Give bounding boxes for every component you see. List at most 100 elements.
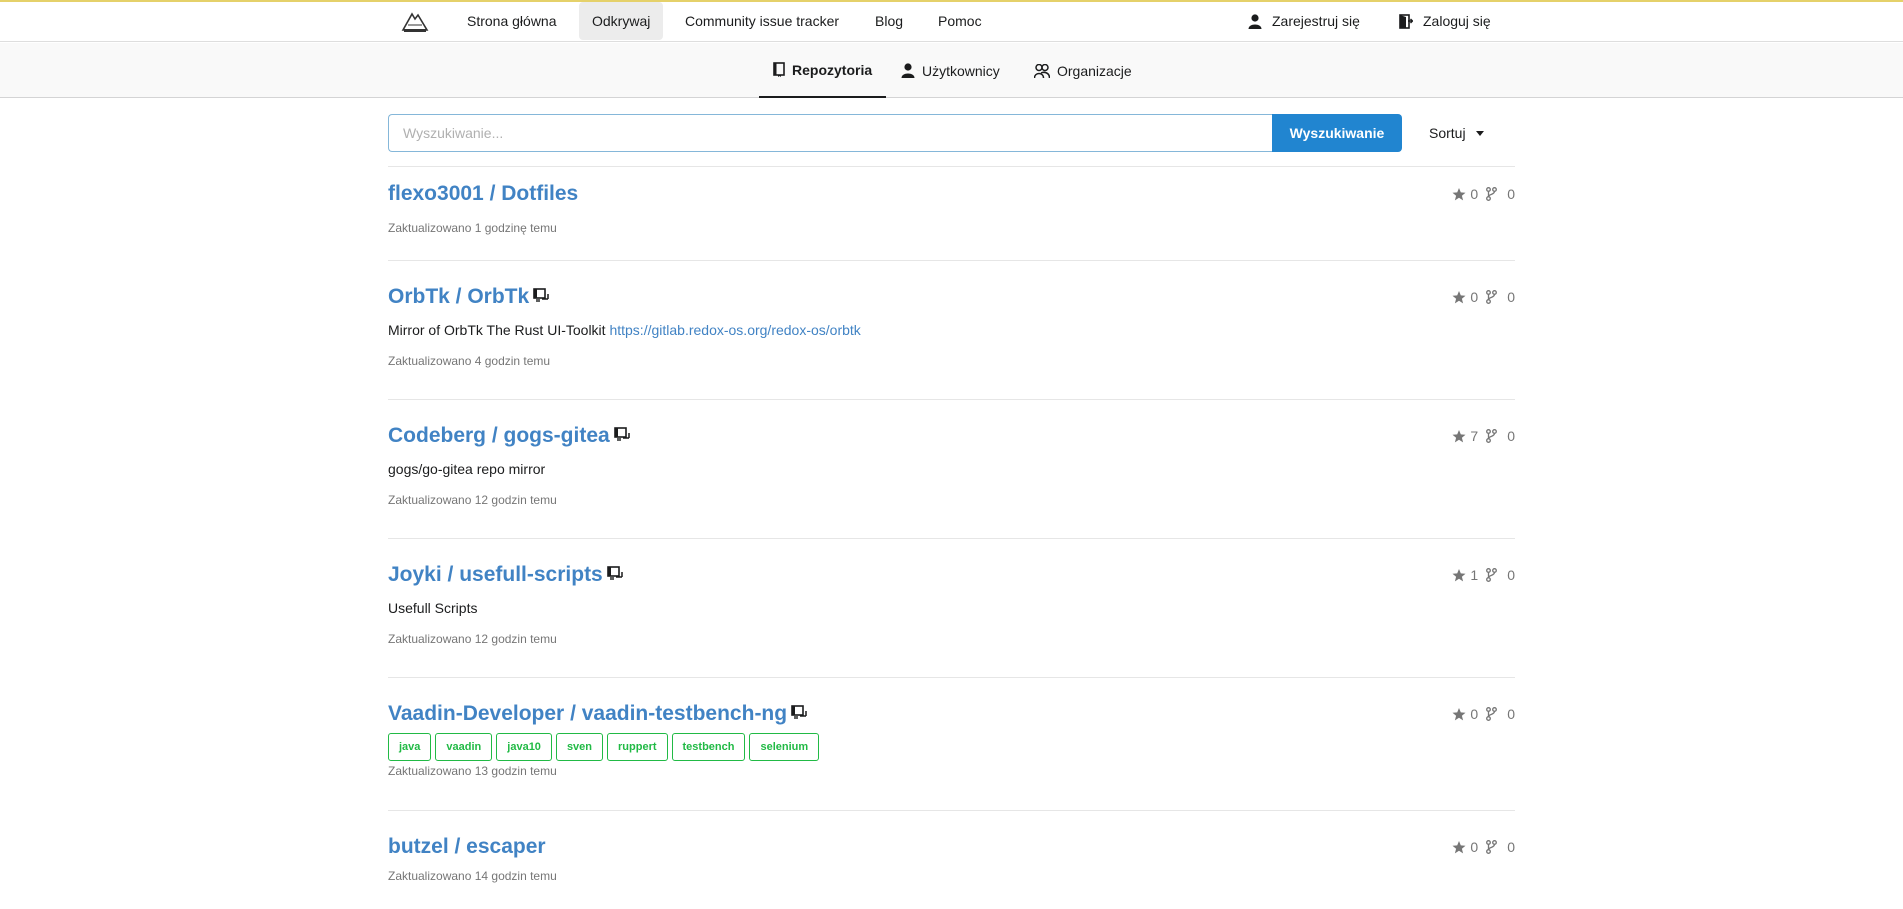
repository-description: gogs/go-gitea repo mirror [388,461,545,477]
nav-explore[interactable]: Odkrywaj [579,2,664,40]
nav-community-issue-tracker[interactable]: Community issue tracker [672,2,852,40]
repository-title[interactable]: butzel / escaper [388,835,546,859]
fork-icon [1486,568,1498,582]
topic-tag[interactable]: selenium [749,733,820,761]
star-icon [1452,707,1466,721]
repository-stats: 0 0 [1452,839,1515,855]
topic-tag[interactable]: sven [555,733,604,761]
star-icon [1452,568,1466,582]
repository-name[interactable]: Vaadin-Developer / vaadin-testbench-ng [388,702,787,726]
organization-icon [1034,63,1050,78]
repository-title[interactable]: OrbTk / OrbTk [388,285,549,309]
description-text: gogs/go-gitea repo mirror [388,461,546,477]
repository-stats: 0 0 [1452,289,1515,305]
repository-name[interactable]: Codeberg / gogs-gitea [388,424,610,448]
topic-tag[interactable]: java10 [496,733,552,761]
star-count: 1 [1470,567,1479,583]
repository-title[interactable]: Joyki / usefull-scripts [388,563,623,587]
star-count: 0 [1470,706,1479,722]
tab-repositories-label: Repozytoria [792,61,873,78]
nav-help[interactable]: Pomoc [925,2,995,40]
description-link[interactable]: https://gitlab.redox-os.org/redox-os/orb… [609,322,860,338]
repository-stats: 0 0 [1452,186,1515,202]
fork-count: 0 [1507,706,1515,722]
repository-title[interactable]: flexo3001 / Dotfiles [388,182,578,206]
tab-organizations-label: Organizacje [1057,62,1132,79]
star-count: 0 [1470,289,1479,305]
register-label: Zarejestruj się [1272,13,1360,29]
codeberg-logo[interactable] [400,8,430,34]
repository-title[interactable]: Vaadin-Developer / vaadin-testbench-ng [388,702,807,726]
repository-description: Usefull Scripts [388,600,477,616]
register-link[interactable]: Zarejestruj się [1248,2,1360,40]
star-icon [1452,840,1466,854]
repository-item: butzel / escaper 0 0 Zaktualizowano 14 g… [388,811,1515,901]
repository-name[interactable]: OrbTk / OrbTk [388,285,529,309]
search-bar: Wyszukiwanie Sortuj [388,114,1515,152]
tab-organizations[interactable]: Organizacje [1020,43,1146,98]
topic-tag[interactable]: java [388,733,432,761]
updated-time: Zaktualizowano 13 godzin temu [388,764,557,778]
repository-title[interactable]: Codeberg / gogs-gitea [388,424,630,448]
star-count: 0 [1470,839,1479,855]
nav-blog[interactable]: Blog [862,2,916,40]
repository-name[interactable]: flexo3001 / Dotfiles [388,182,578,206]
repository-stats: 1 0 [1452,567,1515,583]
user-icon [901,63,915,78]
star-count: 7 [1470,428,1479,444]
updated-time: Zaktualizowano 12 godzin temu [388,493,557,507]
sign-in-icon [1399,13,1413,29]
updated-time: Zaktualizowano 1 godzinę temu [388,221,557,235]
search-button[interactable]: Wyszukiwanie [1272,114,1402,152]
repository-description: Mirror of OrbTk The Rust UI-Toolkit http… [388,322,861,338]
tab-users-label: Użytkownicy [922,62,1000,79]
sort-dropdown[interactable]: Sortuj [1429,114,1484,152]
repository-item: Joyki / usefull-scripts 1 0 Usefull Scri… [388,539,1515,678]
repository-stats: 7 0 [1452,428,1515,444]
mirror-icon [613,424,630,448]
description-text: Mirror of OrbTk The Rust UI-Toolkit [388,322,606,338]
fork-count: 0 [1507,567,1515,583]
repository-item: flexo3001 / Dotfiles 0 0 Zaktualizowano … [388,167,1515,261]
mirror-icon [533,285,549,309]
explore-tabs: Repozytoria Użytkownicy Organizacje [0,43,1903,98]
fork-count: 0 [1507,839,1515,855]
star-count: 0 [1470,186,1479,202]
fork-icon [1486,187,1498,201]
tab-repositories[interactable]: Repozytoria [759,43,887,98]
repository-item: Codeberg / gogs-gitea 7 0 gogs/go-gitea … [388,400,1515,539]
nav-home[interactable]: Strona główna [454,2,570,40]
topic-tag[interactable]: testbench [671,733,746,761]
login-link[interactable]: Zaloguj się [1399,2,1491,40]
star-icon [1452,429,1466,443]
repository-list: flexo3001 / Dotfiles 0 0 Zaktualizowano … [388,166,1515,901]
fork-icon [1486,840,1498,854]
star-icon [1452,290,1466,304]
login-label: Zaloguj się [1423,13,1491,29]
updated-time: Zaktualizowano 14 godzin temu [388,869,557,883]
repository-name[interactable]: Joyki / usefull-scripts [388,563,603,587]
tab-users[interactable]: Użytkownicy [887,43,1014,98]
topic-list: java vaadin java10 sven ruppert testbenc… [388,733,820,761]
description-text: Usefull Scripts [388,600,478,616]
updated-time: Zaktualizowano 12 godzin temu [388,632,557,646]
fork-count: 0 [1507,428,1515,444]
updated-time: Zaktualizowano 4 godzin temu [388,354,551,368]
fork-icon [1486,707,1498,721]
repository-stats: 0 0 [1452,706,1515,722]
repo-icon [773,62,785,77]
fork-count: 0 [1507,289,1515,305]
sort-label: Sortuj [1429,125,1466,141]
mirror-icon [791,702,807,726]
search-input[interactable] [388,114,1273,152]
topic-tag[interactable]: ruppert [607,733,668,761]
chevron-down-icon [1475,130,1484,136]
repository-item: Vaadin-Developer / vaadin-testbench-ng 0… [388,678,1515,811]
star-icon [1452,187,1466,201]
fork-count: 0 [1507,186,1515,202]
top-navbar: Strona główna Odkrywaj Community issue t… [0,2,1903,42]
repository-item: OrbTk / OrbTk 0 0 Mirror of OrbTk The Ru… [388,261,1515,400]
repository-name[interactable]: butzel / escaper [388,835,546,859]
mirror-icon [606,563,623,587]
topic-tag[interactable]: vaadin [435,733,493,761]
